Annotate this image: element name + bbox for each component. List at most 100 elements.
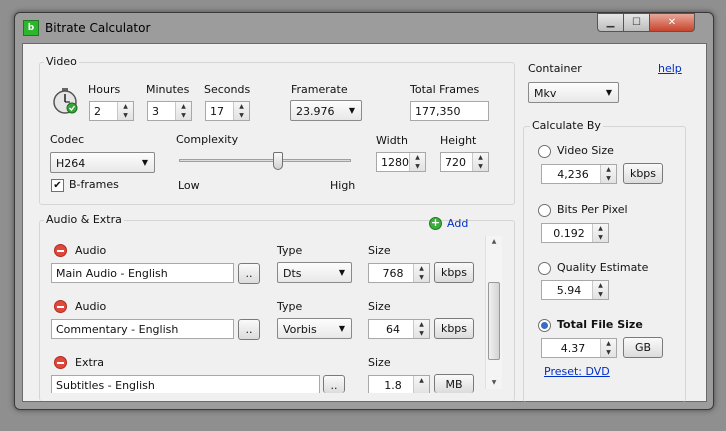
stepper-arrows-icon[interactable]: ▲ ▼: [117, 102, 133, 120]
dropdown-arrow-icon: ▼: [338, 268, 345, 277]
bframes-checkbox[interactable]: ✔: [51, 179, 64, 192]
complexity-label: Complexity: [176, 133, 239, 146]
track-type-select[interactable]: Dts ▼: [277, 262, 352, 283]
container-select[interactable]: Mkv ▼: [528, 82, 619, 103]
quality-estimate-radio[interactable]: [538, 262, 551, 275]
quality-estimate-label: Quality Estimate: [557, 261, 649, 274]
browse-button[interactable]: ..: [323, 375, 345, 393]
stopwatch-icon: [52, 88, 78, 114]
stepper-arrows-icon[interactable]: ▲ ▼: [592, 224, 608, 242]
browse-button[interactable]: ..: [238, 263, 260, 284]
seconds-stepper[interactable]: 17 ▲ ▼: [205, 101, 250, 121]
height-stepper[interactable]: 720 ▲ ▼: [440, 152, 489, 172]
stepper-arrows-icon[interactable]: ▲ ▼: [413, 320, 429, 338]
remove-track-icon[interactable]: [54, 300, 67, 313]
complexity-low-label: Low: [178, 179, 200, 192]
framerate-select[interactable]: 23.976 ▼: [290, 100, 362, 121]
stepper-arrows-icon[interactable]: ▲ ▼: [600, 339, 616, 357]
stepper-arrows-icon[interactable]: ▲ ▼: [600, 165, 616, 183]
bframes-label: B-frames: [69, 178, 119, 191]
help-link[interactable]: help: [658, 62, 682, 75]
complexity-slider-track[interactable]: [179, 159, 351, 162]
browse-button[interactable]: ..: [238, 319, 260, 340]
track-name-field[interactable]: Commentary - English: [51, 319, 234, 339]
quality-estimate-stepper[interactable]: 5.94 ▲ ▼: [541, 280, 609, 300]
title-bar: b Bitrate Calculator ▁ ☐ ✕: [15, 13, 713, 43]
stepper-arrows-icon[interactable]: ▲ ▼: [175, 102, 191, 120]
video-size-stepper[interactable]: 4,236 ▲ ▼: [541, 164, 617, 184]
minutes-stepper[interactable]: 3 ▲ ▼: [147, 101, 192, 121]
codec-select[interactable]: H264 ▼: [50, 152, 155, 173]
maximize-button[interactable]: ☐: [623, 13, 650, 32]
track-size-stepper[interactable]: 1.8 ▲: [368, 375, 430, 393]
client-area: Video Hours 2 ▲ ▼ Minutes 3 ▲ ▼ Seconds 17…: [22, 43, 707, 402]
size-label: Size: [368, 356, 391, 369]
stepper-arrows-icon[interactable]: ▲ ▼: [409, 153, 425, 171]
track-kind-label: Audio: [75, 244, 107, 257]
video-size-label: Video Size: [557, 144, 614, 157]
scroll-up-icon[interactable]: ▲: [486, 236, 502, 248]
total-file-size-radio[interactable]: [538, 319, 551, 332]
dropdown-arrow-icon: ▼: [338, 324, 345, 333]
track-kind-label: Extra: [75, 356, 105, 369]
hours-label: Hours: [88, 83, 121, 96]
width-label: Width: [376, 134, 408, 147]
track-name-field[interactable]: Main Audio - English: [51, 263, 234, 283]
stepper-arrows-icon[interactable]: ▲ ▼: [472, 153, 488, 171]
audio-group-label: Audio & Extra: [44, 213, 124, 226]
codec-label: Codec: [50, 133, 85, 146]
type-label: Type: [277, 244, 303, 257]
preset-link[interactable]: Preset: DVD: [544, 365, 610, 378]
track-size-stepper[interactable]: 768 ▲ ▼: [368, 263, 430, 283]
size-label: Size: [368, 244, 391, 257]
track-unit-button[interactable]: kbps: [434, 262, 474, 283]
dropdown-arrow-icon: ▼: [605, 88, 612, 97]
dropdown-arrow-icon: ▼: [141, 158, 148, 167]
total-file-size-stepper[interactable]: 4.37 ▲ ▼: [541, 338, 617, 358]
width-stepper[interactable]: 1280 ▲ ▼: [376, 152, 426, 172]
add-icon[interactable]: +: [429, 217, 442, 230]
track-size-stepper[interactable]: 64 ▲ ▼: [368, 319, 430, 339]
remove-track-icon[interactable]: [54, 356, 67, 369]
video-group-label: Video: [44, 55, 79, 68]
track-kind-label: Audio: [75, 300, 107, 313]
stepper-arrows-icon[interactable]: ▲ ▼: [592, 281, 608, 299]
video-size-unit-button[interactable]: kbps: [623, 163, 663, 184]
audio-scrollbar[interactable]: ▲ ▼: [485, 236, 502, 389]
seconds-label: Seconds: [204, 83, 251, 96]
add-track-link[interactable]: Add: [447, 217, 468, 230]
stepper-arrows-icon[interactable]: ▲ ▼: [413, 264, 429, 282]
window-title: Bitrate Calculator: [45, 21, 151, 35]
scroll-down-icon[interactable]: ▼: [486, 377, 502, 389]
height-label: Height: [440, 134, 477, 147]
complexity-slider-thumb[interactable]: [272, 152, 283, 170]
track-name-field[interactable]: Subtitles - English: [51, 375, 320, 393]
stepper-arrows-icon[interactable]: ▲ ▼: [233, 102, 249, 120]
scrollbar-thumb[interactable]: [488, 282, 500, 360]
video-size-radio[interactable]: [538, 145, 551, 158]
complexity-high-label: High: [330, 179, 356, 192]
remove-track-icon[interactable]: [54, 244, 67, 257]
total-frames-field[interactable]: 177,350: [410, 101, 489, 121]
total-file-size-unit-button[interactable]: GB: [623, 337, 663, 358]
track-unit-button[interactable]: kbps: [434, 318, 474, 339]
app-window: b Bitrate Calculator ▁ ☐ ✕ Video Hours 2…: [14, 12, 714, 410]
hours-stepper[interactable]: 2 ▲ ▼: [89, 101, 134, 121]
app-logo-icon: b: [23, 20, 39, 36]
track-unit-button[interactable]: MB: [434, 374, 474, 393]
calculate-by-label: Calculate By: [530, 119, 603, 132]
minimize-button[interactable]: ▁: [597, 13, 624, 32]
dropdown-arrow-icon: ▼: [348, 106, 355, 115]
framerate-label: Framerate: [291, 83, 348, 96]
bits-per-pixel-radio[interactable]: [538, 204, 551, 217]
track-type-select[interactable]: Vorbis ▼: [277, 318, 352, 339]
bits-per-pixel-stepper[interactable]: 0.192 ▲ ▼: [541, 223, 609, 243]
size-label: Size: [368, 300, 391, 313]
container-label: Container: [528, 62, 582, 75]
total-frames-label: Total Frames: [410, 83, 480, 96]
minutes-label: Minutes: [146, 83, 190, 96]
close-button[interactable]: ✕: [649, 13, 695, 32]
stepper-arrows-icon[interactable]: ▲: [413, 376, 429, 393]
total-file-size-label: Total File Size: [557, 318, 643, 331]
type-label: Type: [277, 300, 303, 313]
